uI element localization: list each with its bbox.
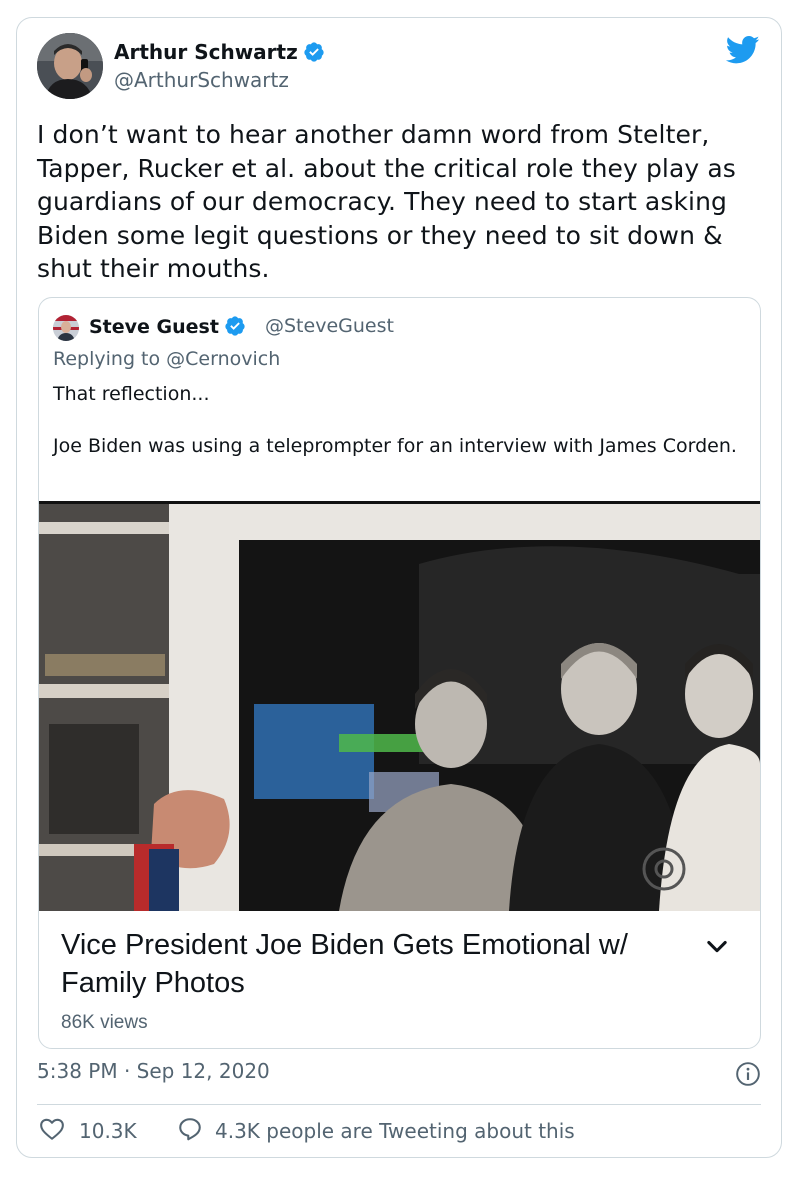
verified-badge-icon — [303, 41, 325, 68]
speech-bubble-icon[interactable] — [177, 1116, 203, 1146]
video-views: 86K views — [61, 1012, 148, 1033]
tweet-text: I don’t want to hear another damn word f… — [37, 120, 736, 283]
replying-to-text: Replying to @Cernovich — [53, 348, 281, 370]
quoted-tweet[interactable]: Steve Guest @SteveGuest Replying to @Cer… — [38, 297, 761, 1049]
heart-icon[interactable] — [39, 1117, 65, 1145]
verified-badge-icon — [224, 315, 246, 342]
tweet-timestamp[interactable]: 5:38 PM · Sep 12, 2020 — [37, 1059, 270, 1083]
author-name-text[interactable]: Arthur Schwartz — [114, 40, 298, 64]
like-action[interactable]: 10.3K — [39, 1116, 137, 1146]
info-icon[interactable] — [735, 1061, 761, 1087]
tweet-card: Arthur Schwartz @ArthurSchwartz I don’t … — [16, 17, 782, 1158]
conversation-action[interactable]: 4.3K people are Tweeting about this — [177, 1116, 575, 1146]
quoted-author-name-text: Steve Guest — [89, 316, 219, 338]
quoted-author-handle: @SteveGuest — [265, 315, 394, 337]
author-name[interactable]: Arthur Schwartz — [114, 40, 325, 68]
quoted-author-avatar — [53, 315, 79, 341]
author-handle[interactable]: @ArthurSchwartz — [114, 68, 289, 92]
video-thumbnail[interactable] — [39, 501, 760, 911]
divider — [37, 1104, 761, 1105]
chevron-down-icon[interactable] — [703, 932, 731, 960]
conversation-count: 4.3K people are Tweeting about this — [215, 1119, 575, 1143]
likes-count: 10.3K — [79, 1119, 137, 1143]
quoted-tweet-text: That reflection... Joe Biden was using a… — [53, 383, 737, 457]
quoted-author-name: Steve Guest — [89, 315, 246, 342]
twitter-bird-icon[interactable] — [725, 35, 760, 65]
video-title[interactable]: Vice President Joe Biden Gets Emotional … — [61, 926, 681, 1002]
author-avatar[interactable] — [37, 33, 103, 99]
